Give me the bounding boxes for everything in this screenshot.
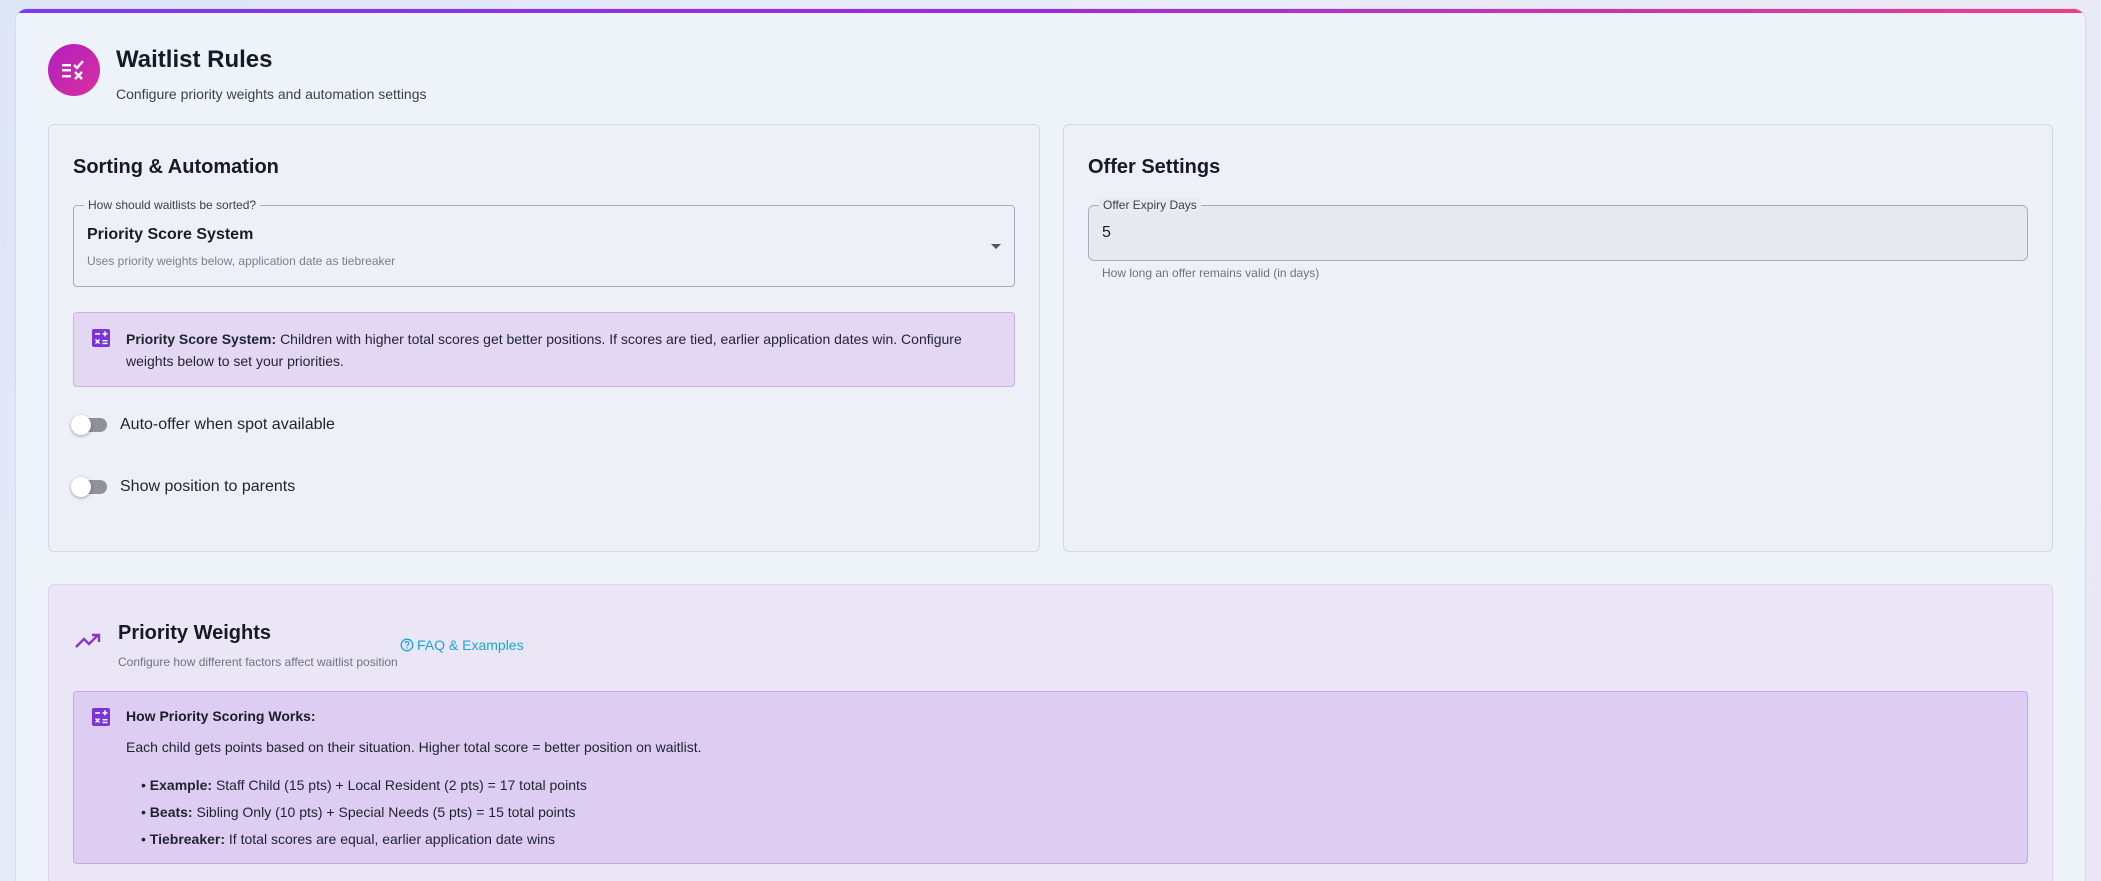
bullet-label: Example: [149,777,213,793]
toggle-thumb [71,415,91,435]
faq-link-label: FAQ & Examples [417,637,524,653]
list-item: • Tiebreaker: If total scores are equal,… [141,831,555,847]
bullet-text: Sibling Only (10 pts) + Special Needs (5… [196,804,576,820]
offer-expiry-input[interactable]: 5 [1102,224,2002,242]
bullet-text: If total scores are equal, earlier appli… [228,831,555,847]
sorting-automation-panel: Sorting & Automation How should waitlist… [48,124,1040,552]
bullet-label: Beats: [149,804,193,820]
rules-icon [48,44,100,96]
sort-method-legend: How should waitlists be sorted? [84,198,261,212]
help-circle-icon [400,638,414,652]
bullet-label: Tiebreaker: [149,831,226,847]
bullet-text: Staff Child (15 pts) + Local Resident (2… [215,777,587,793]
how-scoring-works-alert: How Priority Scoring Works: Each child g… [73,691,2028,864]
how-scoring-description: Each child gets points based on their si… [126,739,702,755]
priority-weights-panel: Priority Weights Configure how different… [48,584,2053,881]
list-item: • Example: Staff Child (15 pts) + Local … [141,777,587,793]
sort-method-value: Priority Score System [87,226,254,243]
how-scoring-title: How Priority Scoring Works: [126,708,316,724]
caret-down-icon [991,244,1001,249]
how-scoring-list: • Example: Staff Child (15 pts) + Local … [141,776,587,857]
auto-offer-toggle[interactable] [71,415,107,435]
toggle-thumb [71,477,91,497]
priority-info-alert: Priority Score System: Children with hig… [73,312,1015,387]
priority-info-text: Priority Score System: Children with hig… [126,328,986,372]
page-subtitle: Configure priority weights and automatio… [116,86,427,102]
page-title: Waitlist Rules [116,46,273,73]
offer-settings-panel: Offer Settings Offer Expiry Days 5 How l… [1063,124,2053,552]
priority-weights-title: Priority Weights [118,622,271,644]
list-item: • Beats: Sibling Only (10 pts) + Special… [141,804,576,820]
accent-bar [16,9,2085,13]
sort-method-help: Uses priority weights below, application… [87,254,396,268]
calculator-icon [92,708,110,731]
auto-offer-label: Auto-offer when spot available [120,416,335,433]
calculator-icon [92,329,110,352]
page-header: Waitlist Rules Configure priority weight… [48,44,427,102]
offer-expiry-help: How long an offer remains valid (in days… [1102,266,1320,280]
priority-info-label: Priority Score System: [126,331,277,347]
offer-expiry-legend: Offer Expiry Days [1099,198,1201,212]
sort-method-select[interactable]: How should waitlists be sorted? Priority… [73,198,1015,287]
priority-weights-subtitle: Configure how different factors affect w… [118,655,398,669]
show-position-toggle-row: Show position to parents [71,477,296,497]
auto-offer-toggle-row: Auto-offer when spot available [71,415,335,435]
trending-up-icon [75,633,101,654]
show-position-label: Show position to parents [120,478,296,495]
show-position-toggle[interactable] [71,477,107,497]
faq-examples-link[interactable]: FAQ & Examples [400,637,524,653]
offer-panel-title: Offer Settings [1088,156,1221,178]
offer-expiry-field[interactable]: Offer Expiry Days 5 [1088,198,2028,261]
sorting-panel-title: Sorting & Automation [73,156,279,178]
waitlist-rules-card: Waitlist Rules Configure priority weight… [15,8,2086,881]
